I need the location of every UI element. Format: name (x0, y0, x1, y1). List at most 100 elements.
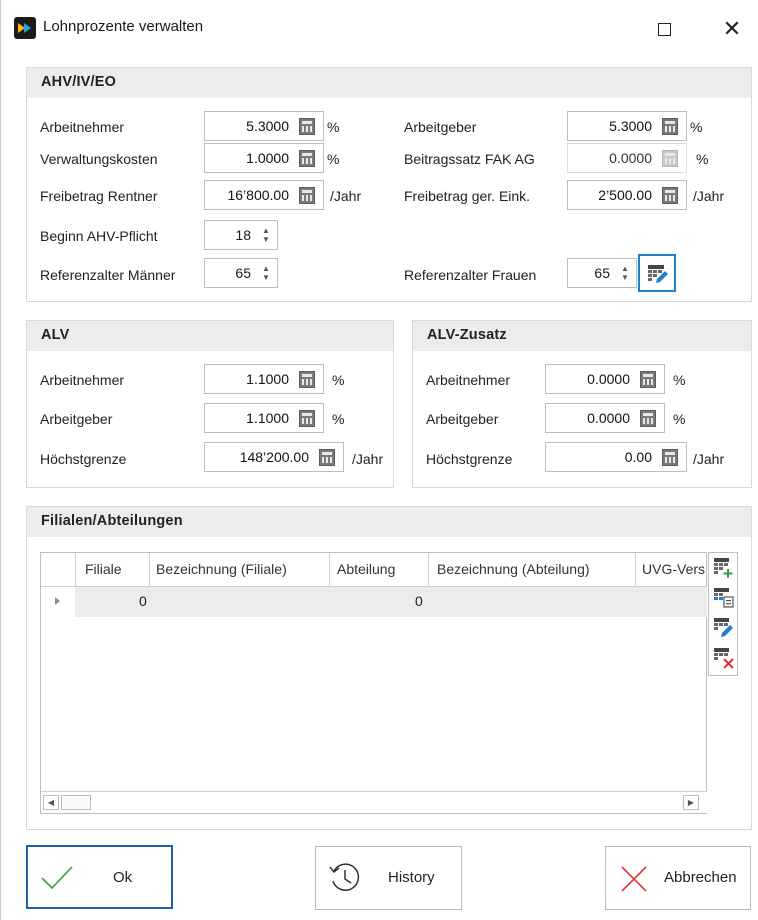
field-value: 0.0000 (587, 371, 630, 387)
ok-button-label: Ok (113, 869, 133, 886)
column-header-bezeichnung-filiale[interactable]: Bezeichnung (Filiale) (156, 561, 287, 577)
alv-arbeitnehmer-label: Arbeitnehmer (40, 372, 125, 388)
calculator-icon[interactable] (319, 449, 335, 466)
ahv-arbeitnehmer-label: Arbeitnehmer (40, 119, 125, 135)
cancel-button-label: Abbrechen (664, 869, 737, 886)
edit-row-icon[interactable] (713, 617, 735, 639)
column-header-filiale[interactable]: Filiale (85, 561, 122, 577)
unit-percent: % (673, 372, 686, 388)
column-header-uvg[interactable]: UVG-Vers (642, 561, 707, 577)
field-value: 2’500.00 (598, 187, 652, 203)
beginn-ahv-spinner[interactable]: 18 ▲ ▼ (204, 220, 278, 250)
delete-row-icon[interactable] (713, 647, 735, 669)
calculator-icon[interactable] (299, 118, 315, 135)
unit-per-year: /Jahr (330, 188, 362, 204)
spinner-arrows-icon[interactable]: ▲ ▼ (261, 264, 271, 282)
ahv-arbeitnehmer-field[interactable]: 5.3000 (204, 111, 324, 141)
history-button[interactable]: History (315, 846, 462, 910)
alv-hoechstgrenze-field[interactable]: 148’200.00 (204, 442, 344, 472)
alvz-hoechstgrenze-label: Höchstgrenze (426, 451, 513, 467)
alv-arbeitgeber-field[interactable]: 1.1000 (204, 403, 324, 433)
close-icon: ✕ (722, 16, 742, 41)
calculator-icon[interactable] (662, 187, 678, 204)
unit-percent: % (696, 151, 709, 167)
scroll-left-icon[interactable]: ◀ (43, 795, 59, 810)
referenzalter-frauen-label: Referenzalter Frauen (404, 267, 537, 283)
row-indicator-icon (55, 597, 60, 605)
alvz-hoechstgrenze-field[interactable]: 0.00 (545, 442, 687, 472)
field-value: 0.0000 (609, 150, 652, 166)
fak-field: 0.0000 (567, 143, 687, 173)
spinner-arrows-icon[interactable]: ▲ ▼ (261, 226, 271, 244)
alv-hoechstgrenze-label: Höchstgrenze (40, 451, 127, 467)
cancel-x-icon (621, 866, 647, 892)
calculator-icon[interactable] (299, 410, 315, 427)
grid-header: Filiale Bezeichnung (Filiale) Abteilung … (41, 553, 707, 587)
window-title: Lohnprozente verwalten (43, 18, 204, 35)
close-button[interactable]: ✕ (709, 12, 755, 46)
calculator-icon[interactable] (640, 410, 656, 427)
referenzalter-maenner-spinner[interactable]: 65 ▲ ▼ (204, 258, 278, 288)
field-value: 5.3000 (609, 118, 652, 134)
column-header-abteilung[interactable]: Abteilung (337, 561, 395, 577)
field-value: 16’800.00 (227, 187, 289, 203)
cancel-button[interactable]: Abbrechen (605, 846, 751, 910)
referenzalter-frauen-spinner[interactable]: 65 ▲ ▼ (567, 258, 637, 288)
column-header-bezeichnung-abteilung[interactable]: Bezeichnung (Abteilung) (437, 561, 590, 577)
calculator-icon[interactable] (640, 371, 656, 388)
calculator-icon[interactable] (299, 150, 315, 167)
alvz-arbeitgeber-label: Arbeitgeber (426, 411, 499, 427)
filialen-grid: Filiale Bezeichnung (Filiale) Abteilung … (40, 552, 707, 814)
group-ahv-heading: AHV/IV/EO (27, 68, 751, 98)
maximize-button[interactable] (641, 12, 687, 46)
field-value: 5.3000 (246, 118, 289, 134)
freibetrag-rentner-label: Freibetrag Rentner (40, 188, 158, 204)
unit-percent: % (327, 119, 340, 135)
unit-percent: % (690, 119, 703, 135)
verwaltungskosten-label: Verwaltungskosten (40, 151, 158, 167)
scroll-right-icon[interactable]: ▶ (683, 795, 699, 810)
horizontal-scrollbar[interactable]: ◀ ▶ (41, 791, 707, 813)
verwaltungskosten-field[interactable]: 1.0000 (204, 143, 324, 173)
edit-referenzalter-button[interactable] (638, 254, 676, 292)
field-value: 0.00 (624, 449, 652, 465)
freibetrag-ger-label: Freibetrag ger. Eink. (404, 188, 531, 204)
calculator-icon[interactable] (662, 449, 678, 466)
alvz-arbeitnehmer-field[interactable]: 0.0000 (545, 364, 665, 394)
freibetrag-rentner-field[interactable]: 16’800.00 (204, 180, 324, 210)
table-row[interactable]: 0 0 (75, 587, 707, 617)
scroll-thumb[interactable] (61, 795, 91, 810)
alv-arbeitgeber-label: Arbeitgeber (40, 411, 113, 427)
freibetrag-ger-field[interactable]: 2’500.00 (567, 180, 687, 210)
ahv-arbeitgeber-field[interactable]: 5.3000 (567, 111, 687, 141)
field-value: 1.1000 (246, 410, 289, 426)
alvz-arbeitnehmer-label: Arbeitnehmer (426, 372, 511, 388)
copy-row-icon[interactable] (713, 587, 735, 609)
dialog-window: Lohnprozente verwalten ✕ AHV/IV/EO Arbei… (0, 0, 758, 920)
ahv-arbeitgeber-label: Arbeitgeber (404, 119, 477, 135)
group-filialen-heading: Filialen/Abteilungen (27, 507, 751, 537)
unit-per-year: /Jahr (693, 451, 725, 467)
alvz-arbeitgeber-field[interactable]: 0.0000 (545, 403, 665, 433)
calculator-icon[interactable] (299, 187, 315, 204)
history-icon (329, 863, 360, 891)
fak-label: Beitragssatz FAK AG (404, 151, 535, 167)
unit-percent: % (673, 411, 686, 427)
calculator-icon[interactable] (662, 118, 678, 135)
maximize-icon (657, 22, 671, 36)
add-row-icon[interactable] (713, 557, 735, 579)
ok-button[interactable]: Ok (26, 845, 173, 909)
alv-arbeitnehmer-field[interactable]: 1.1000 (204, 364, 324, 394)
title-bar: Lohnprozente verwalten ✕ (1, 0, 758, 56)
spinner-value: 18 (235, 227, 251, 243)
spinner-arrows-icon[interactable]: ▲ ▼ (620, 264, 630, 282)
beginn-ahv-label: Beginn AHV-Pflicht (40, 228, 158, 244)
calculator-icon[interactable] (299, 371, 315, 388)
unit-percent: % (332, 411, 345, 427)
cell-abteilung: 0 (415, 593, 423, 609)
field-value: 1.0000 (246, 150, 289, 166)
spinner-value: 65 (235, 265, 251, 281)
field-value: 148’200.00 (239, 449, 309, 465)
edit-table-icon (648, 265, 668, 283)
unit-percent: % (327, 151, 340, 167)
